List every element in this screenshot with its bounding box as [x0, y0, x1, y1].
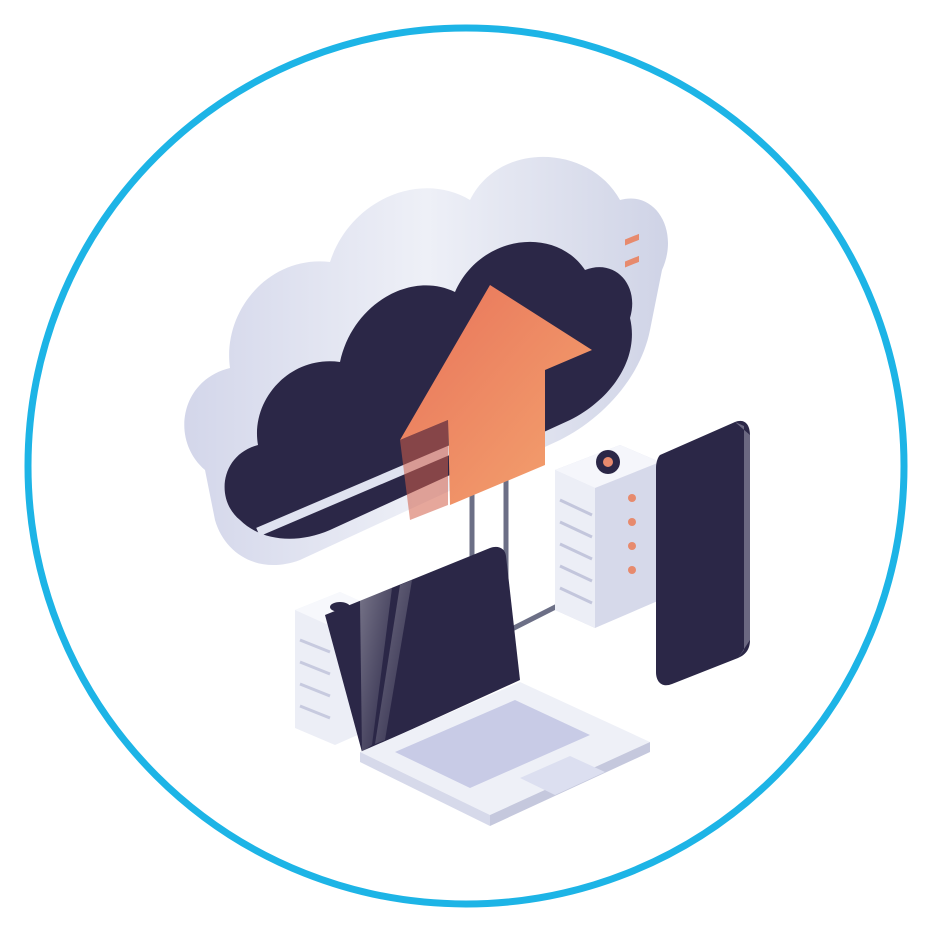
illustration-canvas [24, 24, 908, 908]
cloud-upload-illustration [0, 0, 931, 932]
mobile-device-icon [656, 420, 750, 686]
